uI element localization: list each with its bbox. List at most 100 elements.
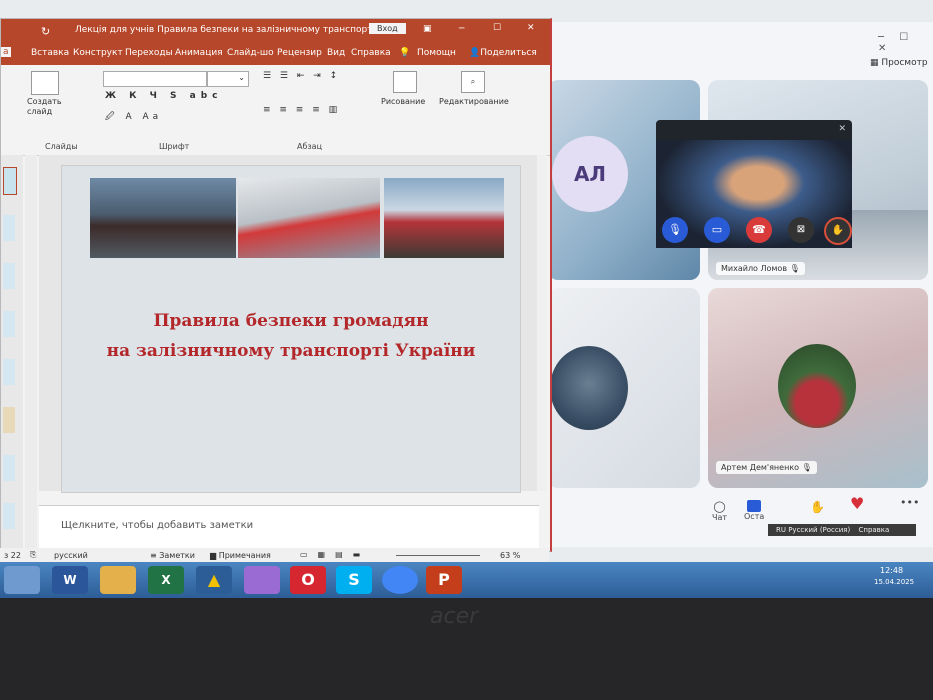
slide-scrollbar[interactable] bbox=[537, 155, 547, 491]
lightbulb-icon[interactable]: 💡 bbox=[399, 48, 410, 58]
font-size-select[interactable]: ⌄ bbox=[207, 71, 249, 87]
zoom-slider[interactable] bbox=[396, 555, 480, 556]
leave-button[interactable]: Оста bbox=[744, 500, 764, 521]
minimize-icon[interactable]: ─ bbox=[459, 24, 464, 34]
slide-title: Правила безпеки громадян на залізничному… bbox=[106, 311, 476, 361]
camera-button[interactable]: ▭ bbox=[704, 217, 730, 243]
slide-thumbnail[interactable] bbox=[3, 167, 17, 195]
window-controls[interactable]: ─ ☐ ✕ bbox=[878, 32, 933, 54]
monitor-screen: ▦ Просмотр ─ ☐ ✕ АЛ Артем Дем'яненко 🎙 ✕… bbox=[0, 0, 933, 600]
ribbon: Создать слайд Слайды ⌄ Ж К Ч S abc 🖉 A A… bbox=[1, 65, 550, 156]
maximize-icon[interactable]: ☐ bbox=[493, 23, 501, 33]
align-buttons[interactable]: ≡ ≡ ≡ ≡ ▥ bbox=[263, 105, 340, 115]
person-icon: 👤 bbox=[469, 48, 481, 58]
new-slide-icon[interactable] bbox=[31, 71, 59, 95]
chat-icon: ◯ bbox=[713, 500, 726, 513]
view-button[interactable]: ▦ Просмотр bbox=[870, 58, 928, 68]
list-buttons[interactable]: ☰ ☰ ⇤ ⇥ ↕ bbox=[263, 71, 340, 81]
slide-thumbnail[interactable] bbox=[3, 359, 15, 385]
tab-view[interactable]: Вид bbox=[327, 48, 345, 58]
font-name-select[interactable] bbox=[103, 71, 207, 87]
slide-thumbnail[interactable] bbox=[3, 503, 15, 529]
excel-icon[interactable]: X bbox=[148, 566, 184, 594]
new-slide-button[interactable]: Создать слайд bbox=[27, 97, 67, 117]
close-icon[interactable]: ✕ bbox=[527, 23, 535, 33]
chrome-icon[interactable] bbox=[382, 566, 418, 594]
group-font-label: Шрифт bbox=[159, 142, 190, 151]
zoom-level[interactable]: 63 % bbox=[500, 551, 520, 560]
refresh-icon[interactable]: ↻ bbox=[41, 25, 50, 38]
slide-thumbnail[interactable] bbox=[3, 407, 15, 433]
skype-icon[interactable]: S bbox=[336, 566, 372, 594]
notes-button[interactable]: ≡ Заметки bbox=[150, 551, 195, 560]
font-format-buttons[interactable]: Ж К Ч S abc bbox=[105, 91, 223, 101]
notes-pane[interactable]: Щелкните, чтобы добавить заметки bbox=[39, 505, 539, 550]
avatar: АЛ bbox=[552, 136, 628, 212]
tab-tell-me[interactable]: Помощн bbox=[417, 48, 456, 58]
tab-animations[interactable]: Анимация bbox=[175, 48, 223, 58]
notes-icon: ≡ bbox=[150, 551, 160, 560]
opera-icon[interactable]: O bbox=[290, 566, 326, 594]
language-bar[interactable]: RU Русский (Россия) Справка bbox=[768, 524, 916, 536]
search-icon[interactable]: ⌕ bbox=[461, 71, 485, 93]
group-slides-label: Слайды bbox=[45, 142, 78, 151]
hangup-button[interactable]: ☎ bbox=[746, 217, 772, 243]
chat-button[interactable]: ◯ Чат bbox=[712, 500, 727, 522]
show-desktop-icon[interactable] bbox=[4, 566, 40, 594]
language-status[interactable]: русский bbox=[54, 551, 88, 560]
tab-slideshow[interactable]: Слайд-шо bbox=[227, 48, 274, 58]
font-color-buttons[interactable]: 🖉 A Aa bbox=[105, 109, 162, 125]
train-photo bbox=[384, 178, 504, 258]
mic-button[interactable]: 🎙 bbox=[662, 217, 688, 243]
monitor-bezel: acer bbox=[0, 598, 933, 700]
slide-thumbnail[interactable] bbox=[3, 215, 15, 241]
grid-icon: ▦ bbox=[870, 58, 882, 68]
participant-tile[interactable] bbox=[548, 288, 700, 488]
raise-hand-button[interactable]: ✋ bbox=[824, 217, 852, 245]
slide-thumbnail[interactable] bbox=[3, 455, 15, 481]
slide-counter: з 22 bbox=[4, 551, 21, 560]
powerpoint-icon[interactable]: P bbox=[426, 566, 462, 594]
participant-video-thumbnail bbox=[550, 346, 628, 430]
file-explorer-icon[interactable] bbox=[100, 566, 136, 594]
ribbon-display-icon[interactable]: ▣ bbox=[423, 24, 432, 34]
signin-button[interactable]: Вход bbox=[369, 23, 406, 34]
archive-icon[interactable]: ▲ bbox=[196, 566, 232, 594]
tab-home[interactable]: а bbox=[1, 47, 11, 57]
view-buttons[interactable]: ▭▦▤▬ bbox=[300, 550, 370, 559]
tab-help[interactable]: Справка bbox=[351, 48, 391, 58]
heart-icon[interactable]: ♥ bbox=[850, 494, 864, 513]
messenger-icon[interactable] bbox=[244, 566, 280, 594]
comments-button[interactable]: ▆ Примечания bbox=[210, 551, 271, 560]
mic-muted-icon: 🎙 bbox=[789, 264, 800, 273]
group-paragraph-label: Абзац bbox=[297, 142, 323, 151]
video-call-window: ▦ Просмотр ─ ☐ ✕ АЛ Артем Дем'яненко 🎙 ✕… bbox=[548, 22, 933, 547]
thumbnails-scrollbar[interactable] bbox=[25, 155, 37, 565]
drawing-icon[interactable] bbox=[393, 71, 417, 93]
status-bar: з 22 ⎘ русский ≡ Заметки ▆ Примечания ▭▦… bbox=[0, 548, 549, 563]
clock-time[interactable]: 12:48 bbox=[880, 566, 903, 575]
tab-transitions[interactable]: Переходы bbox=[125, 48, 173, 58]
close-icon[interactable]: ✕ bbox=[838, 124, 846, 134]
mic-muted-icon: 🎙 bbox=[801, 463, 812, 472]
tab-design[interactable]: Конструкт bbox=[73, 48, 123, 58]
slide-canvas[interactable]: Правила безпеки громадян на залізничному… bbox=[61, 165, 521, 493]
hand-icon[interactable]: ✋ bbox=[810, 500, 825, 514]
slide-thumbnail[interactable] bbox=[3, 263, 15, 289]
spellcheck-icon[interactable]: ⎘ bbox=[30, 550, 36, 560]
tab-insert[interactable]: Вставка bbox=[31, 48, 69, 58]
word-icon[interactable]: W bbox=[52, 566, 88, 594]
ribbon-tabs: а Вставка Конструкт Переходы Анимация Сл… bbox=[1, 43, 550, 65]
share-button[interactable]: 👤Поделиться bbox=[469, 48, 537, 58]
participant-video-thumbnail bbox=[778, 344, 856, 428]
editing-button[interactable]: Редактирование bbox=[439, 97, 509, 106]
participant-tile[interactable]: Артем Дем'яненко 🎙 bbox=[708, 288, 928, 488]
tab-review[interactable]: Рецензир bbox=[277, 48, 322, 58]
drawing-button[interactable]: Рисование bbox=[381, 97, 425, 106]
stop-icon bbox=[747, 500, 762, 512]
clock-date[interactable]: 15.04.2025 bbox=[874, 578, 914, 586]
more-icon[interactable]: ••• bbox=[900, 496, 919, 509]
screen-share-button[interactable]: ⊠ bbox=[788, 217, 814, 243]
slide-thumbnail[interactable] bbox=[3, 311, 15, 337]
window-title: Лекція для учнів Правила безпеки на залі… bbox=[75, 25, 384, 35]
